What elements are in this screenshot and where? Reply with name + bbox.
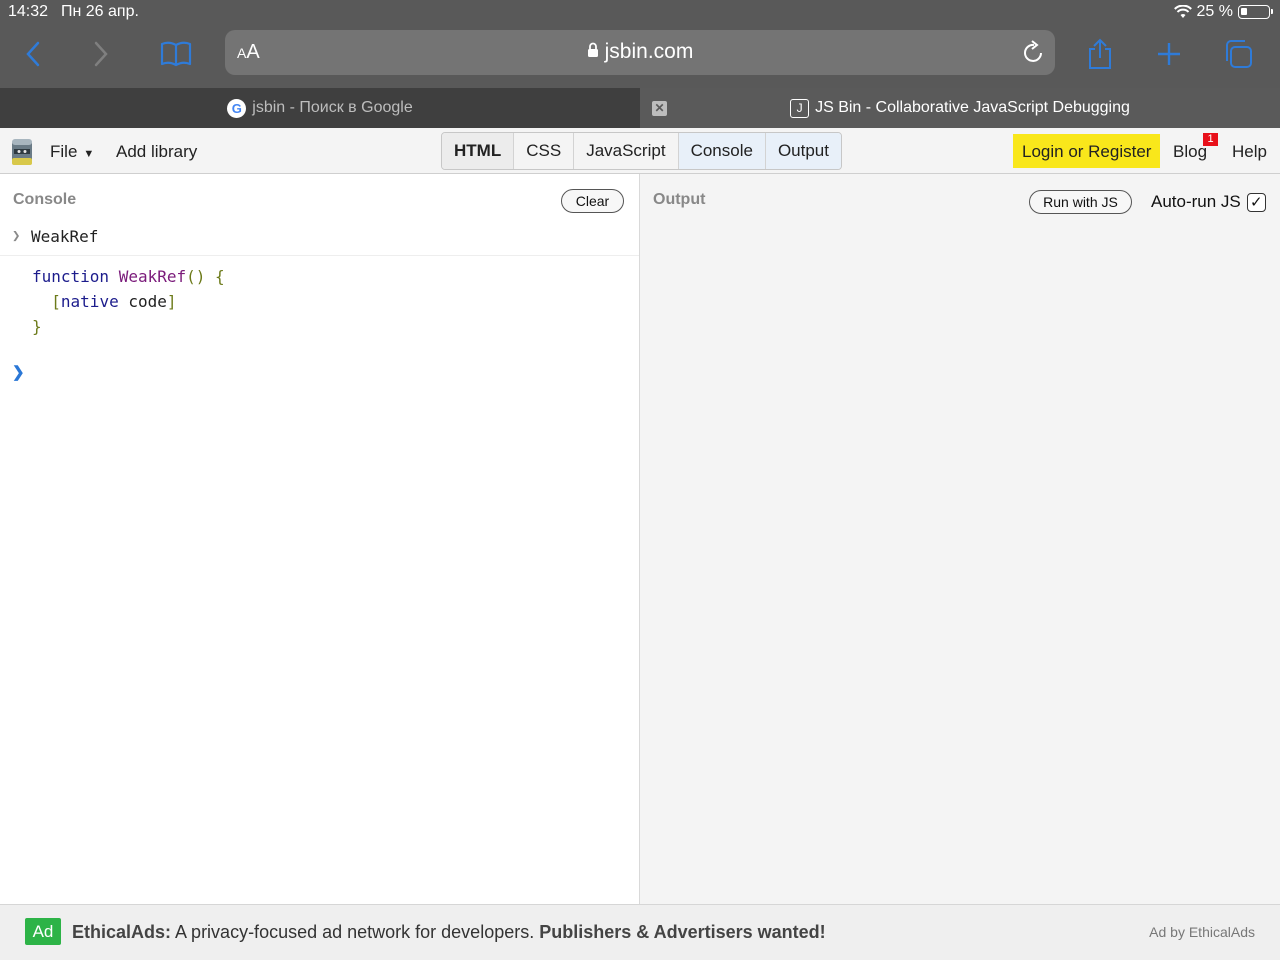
console-input-prompt-icon[interactable]: ❯ bbox=[12, 363, 25, 381]
chevron-right-icon bbox=[94, 41, 108, 67]
jsbin-logo-icon[interactable] bbox=[10, 137, 34, 167]
help-link[interactable]: Help bbox=[1232, 142, 1267, 162]
add-library-button[interactable]: Add library bbox=[116, 142, 197, 162]
panel-toggles: HTML CSS JavaScript Console Output bbox=[441, 132, 842, 170]
ethicalads-banner[interactable]: Ad EthicalAds: A privacy-focused ad netw… bbox=[0, 904, 1280, 960]
tab-title: jsbin - Поиск в Google bbox=[252, 99, 413, 116]
ad-body: A privacy-focused ad network for develop… bbox=[171, 922, 540, 942]
back-button[interactable] bbox=[13, 36, 53, 72]
panel-toggle-javascript[interactable]: JavaScript bbox=[574, 133, 679, 169]
lock-icon bbox=[587, 40, 599, 64]
console-result: function WeakRef() { [native code] } bbox=[32, 264, 225, 339]
bookmarks-button[interactable] bbox=[156, 36, 196, 72]
share-button[interactable] bbox=[1080, 36, 1120, 72]
code-close-brace: } bbox=[32, 317, 42, 336]
status-right: 25 % bbox=[1173, 3, 1273, 21]
status-time: 14:32 bbox=[8, 3, 49, 20]
tab-jsbin[interactable]: ✕ J JS Bin - Collaborative JavaScript De… bbox=[640, 88, 1280, 128]
tab-title: JS Bin - Collaborative JavaScript Debugg… bbox=[815, 99, 1130, 116]
panel-toggle-css[interactable]: CSS bbox=[514, 133, 575, 169]
status-bar: 14:32 Пн 26 апр. 25 % bbox=[0, 0, 1280, 26]
code-open-brace: { bbox=[215, 267, 225, 286]
forward-button[interactable] bbox=[81, 36, 121, 72]
address-bar[interactable]: AA jsbin.com bbox=[225, 30, 1055, 75]
ad-cta: Publishers & Advertisers wanted! bbox=[539, 922, 826, 942]
login-register-button[interactable]: Login or Register bbox=[1013, 134, 1161, 168]
panel-toggle-output[interactable]: Output bbox=[765, 133, 841, 169]
status-date: Пн 26 апр. bbox=[61, 3, 139, 20]
code-native: native bbox=[60, 292, 119, 311]
console-label: Console bbox=[13, 191, 77, 208]
chevron-left-icon bbox=[26, 41, 40, 67]
autorun-toggle[interactable]: Auto-run JS ✓ bbox=[1151, 192, 1266, 212]
battery-percent: 25 % bbox=[1196, 3, 1233, 20]
run-with-js-button[interactable]: Run with JS bbox=[1029, 190, 1132, 214]
tab-google[interactable]: G jsbin - Поиск в Google bbox=[0, 88, 640, 128]
code-open-bracket: [ bbox=[51, 292, 61, 311]
autorun-label: Auto-run JS bbox=[1151, 192, 1241, 211]
reload-icon[interactable] bbox=[1023, 40, 1045, 69]
output-panel: Output Run with JS Auto-run JS ✓ bbox=[640, 174, 1280, 904]
jsbin-favicon-icon: J bbox=[790, 98, 810, 118]
browser-toolbar: AA jsbin.com bbox=[0, 26, 1280, 88]
url-text: jsbin.com bbox=[604, 40, 694, 63]
code-word: code bbox=[128, 292, 167, 311]
blog-link[interactable]: Blog bbox=[1173, 142, 1207, 162]
tabs-icon bbox=[1226, 40, 1252, 68]
tabs-overview-button[interactable] bbox=[1218, 36, 1258, 72]
panel-toggle-console[interactable]: Console bbox=[678, 133, 766, 169]
wifi-icon bbox=[1173, 5, 1192, 18]
panel-toggle-html[interactable]: HTML bbox=[442, 133, 515, 169]
console-command: WeakRef bbox=[31, 227, 99, 246]
jsbin-control-bar: File ▼ Add library HTML CSS JavaScript Co… bbox=[0, 128, 1280, 174]
ad-text[interactable]: EthicalAds: A privacy-focused ad network… bbox=[72, 922, 826, 943]
ad-badge: Ad bbox=[25, 918, 61, 945]
file-menu-label: File bbox=[50, 142, 78, 161]
console-command-line: ❯ WeakRef bbox=[0, 222, 639, 256]
ad-brand: EthicalAds: bbox=[72, 922, 172, 942]
share-icon bbox=[1089, 38, 1111, 69]
file-menu[interactable]: File ▼ bbox=[50, 142, 94, 162]
url-display[interactable]: jsbin.com bbox=[225, 40, 1055, 64]
clear-button[interactable]: Clear bbox=[561, 189, 624, 213]
book-icon bbox=[160, 41, 192, 67]
output-label: Output bbox=[653, 191, 706, 208]
code-close-bracket: ] bbox=[166, 292, 177, 311]
code-parens: () bbox=[186, 267, 206, 286]
close-tab-icon[interactable]: ✕ bbox=[652, 101, 667, 116]
google-icon: G bbox=[227, 98, 247, 118]
battery-icon bbox=[1238, 5, 1273, 19]
plus-icon bbox=[1158, 43, 1180, 65]
new-tab-button[interactable] bbox=[1149, 36, 1189, 72]
blog-badge: 1 bbox=[1203, 133, 1218, 146]
autorun-checkbox[interactable]: ✓ bbox=[1246, 192, 1266, 212]
code-function-name: WeakRef bbox=[118, 267, 187, 286]
console-panel: Console Clear ❯ WeakRef function WeakRef… bbox=[0, 174, 640, 904]
code-keyword: function bbox=[32, 267, 110, 286]
ad-by-link[interactable]: Ad by EthicalAds bbox=[1149, 924, 1255, 940]
prompt-chevron-icon: ❯ bbox=[12, 228, 21, 244]
tab-bar: G jsbin - Поиск в Google ✕ J JS Bin - Co… bbox=[0, 88, 1280, 128]
caret-down-icon: ▼ bbox=[83, 148, 95, 160]
